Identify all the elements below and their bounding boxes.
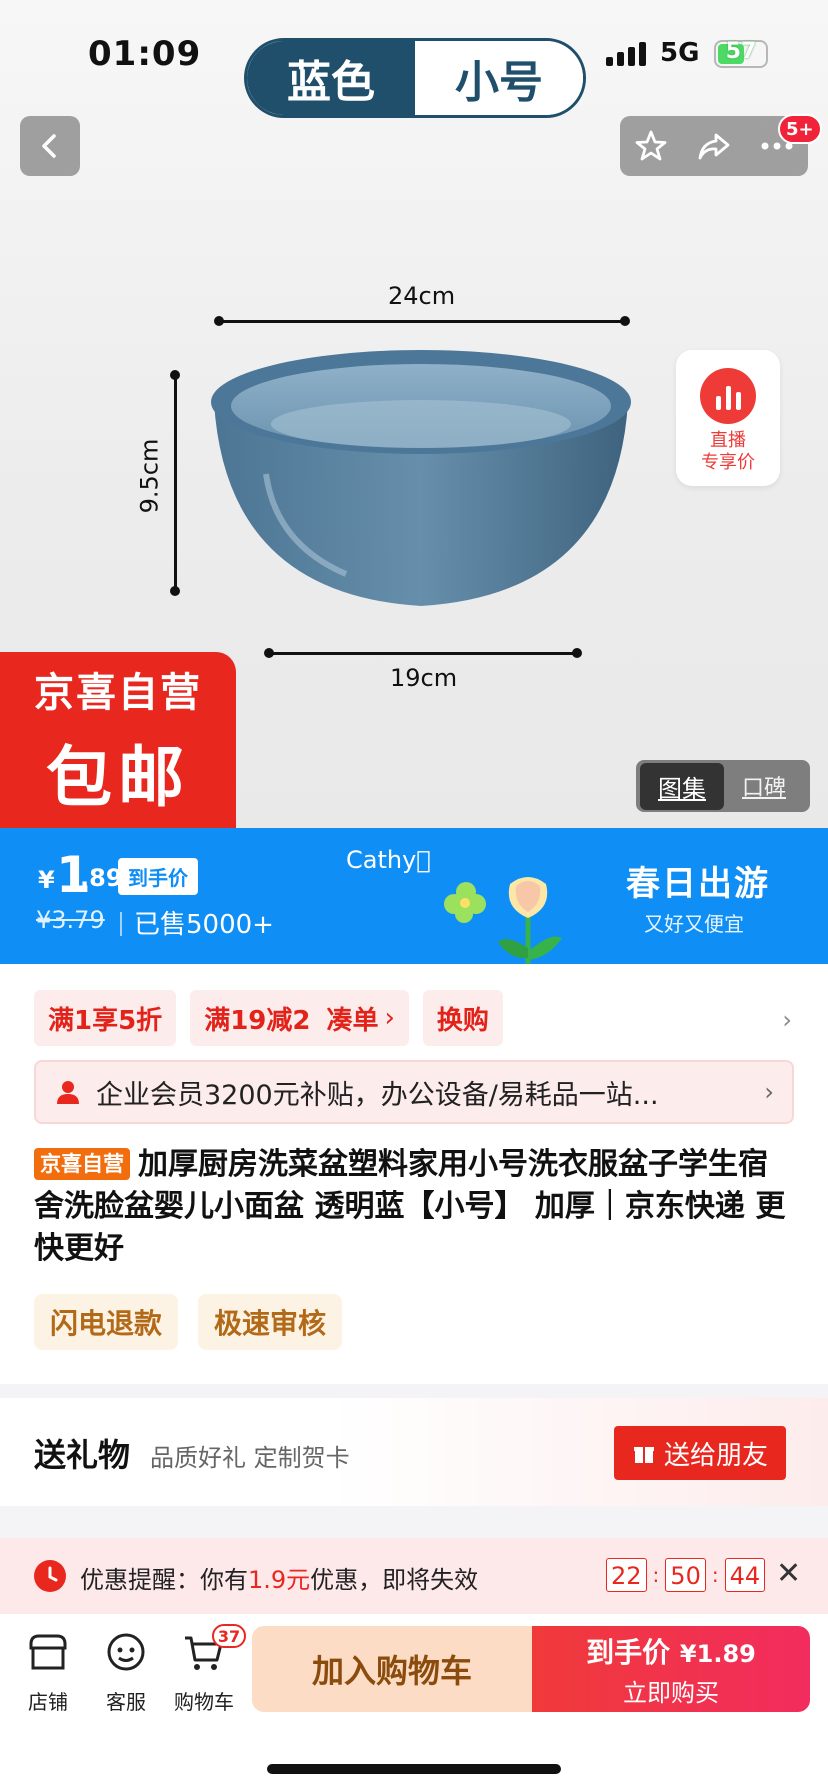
- dim-line-side: [174, 374, 177, 592]
- price-symbol: ¥: [38, 866, 55, 894]
- nav-service-label: 客服: [106, 1690, 146, 1714]
- customer-service-icon: [107, 1633, 145, 1671]
- nav-service[interactable]: 客服: [86, 1630, 166, 1715]
- clock-icon: [34, 1560, 66, 1592]
- product-title-text: 加厚厨房洗菜盆塑料家用小号洗衣服盆子学生宿舍洗脸盆婴儿小面盆 透明蓝【小号】 加…: [34, 1147, 786, 1266]
- countdown-minutes: 50: [665, 1558, 706, 1592]
- sold-count: 已售5000+: [134, 910, 274, 940]
- promo-line2: 包邮: [46, 739, 190, 816]
- network-label: 5G: [660, 38, 700, 68]
- variant-selector[interactable]: 蓝色 小号: [244, 38, 586, 118]
- coupon-more-icon[interactable]: ›: [782, 1006, 792, 1034]
- coupon-bundle-link: 凑单: [326, 1005, 379, 1036]
- chevron-left-icon: [42, 134, 56, 158]
- campaign-title[interactable]: 春日出游: [626, 856, 770, 905]
- dim-label-top: 24cm: [388, 282, 456, 310]
- gift-icon: [633, 1447, 654, 1463]
- dim-label-bottom: 19cm: [390, 664, 458, 692]
- share-icon: [698, 133, 730, 160]
- gift-subtitle: 品质好礼 定制贺卡: [150, 1444, 350, 1472]
- jd-self-operated-tag: 京喜自营: [34, 1148, 130, 1180]
- countdown-seconds: 44: [724, 1558, 766, 1592]
- divider: [120, 912, 122, 936]
- variant-size[interactable]: 小号: [415, 41, 583, 115]
- dim-dot: [572, 648, 582, 658]
- promo-line1: 京喜自营: [34, 670, 202, 716]
- dim-dot: [170, 370, 180, 380]
- member-text: 企业会员3200元补贴，办公设备/易耗品一站...: [96, 1079, 659, 1111]
- product-page: 24cm 9.5cm 19cm 直播 专享价 京喜自营 包邮 图集 口碑 01:…: [0, 0, 828, 1792]
- close-icon[interactable]: ✕: [776, 1556, 801, 1591]
- star-icon: [635, 130, 667, 161]
- share-button[interactable]: [692, 124, 736, 168]
- original-price: ¥3.79: [36, 906, 105, 934]
- favorite-button[interactable]: [629, 124, 673, 168]
- service-tags: 闪电退款 极速审核: [34, 1294, 343, 1350]
- jd-free-shipping-promo: 京喜自营 包邮: [0, 652, 236, 828]
- dim-dot: [620, 316, 630, 326]
- price-decimals: .89: [80, 864, 123, 892]
- tab-gallery[interactable]: 图集: [640, 762, 724, 810]
- battery-icon: 57: [714, 39, 768, 68]
- coupon-reduction[interactable]: 满19减2 凑单 ›: [190, 990, 409, 1046]
- final-price-tag: 到手价: [118, 858, 198, 895]
- add-to-cart-button[interactable]: 加入购物车: [252, 1626, 532, 1712]
- cart-count-badge: 37: [212, 1624, 246, 1648]
- coupon-discount[interactable]: 满1享5折: [34, 990, 177, 1046]
- reminder-amount: 1.9元: [248, 1566, 311, 1594]
- nav-cart-label: 购物车: [174, 1690, 234, 1714]
- live-icon: [700, 368, 756, 424]
- campaign-subtitle: 又好又便宜: [644, 912, 744, 936]
- product-title: 京喜自营 加厚厨房洗菜盆塑料家用小号洗衣服盆子学生宿舍洗脸盆婴儿小面盆 透明蓝【小…: [34, 1144, 794, 1270]
- reminder-text: 优惠提醒：你有1.9元优惠，即将失效: [80, 1566, 479, 1594]
- dim-dot: [214, 316, 224, 326]
- nav-store-label: 店铺: [28, 1690, 68, 1714]
- send-gift-label: 送给朋友: [663, 1440, 768, 1471]
- buy-price-label: 到手价: [586, 1635, 671, 1669]
- bowl-image: [211, 350, 631, 606]
- dim-dot: [264, 648, 274, 658]
- dim-label-side: 9.5cm: [135, 438, 164, 514]
- buy-now-label: 立即购买: [623, 1678, 719, 1707]
- signal-icon: [606, 42, 648, 66]
- variant-color[interactable]: 蓝色: [247, 41, 415, 115]
- user-icon: [57, 1081, 79, 1104]
- coupon-tradein[interactable]: 换购: [422, 990, 503, 1046]
- product-info-card: 满1享5折 满19减2 凑单 › 换购 › 企业会员3200元补贴，办公设备/易…: [0, 964, 828, 1384]
- back-button[interactable]: [20, 116, 80, 176]
- gift-row: 送礼物 品质好礼 定制贺卡 送给朋友: [0, 1398, 828, 1506]
- bottom-action-bar: 店铺 客服 37 购物车 加入购物车 到手价 ¥1.89 立即购买: [0, 1614, 828, 1792]
- live-price-badge[interactable]: 直播 专享价: [676, 350, 780, 486]
- buy-now-button[interactable]: 到手价 ¥1.89 立即购买: [532, 1626, 810, 1712]
- live-line2: 专享价: [701, 452, 755, 473]
- chevron-right-icon: ›: [384, 1003, 395, 1033]
- gift-title: 送礼物: [34, 1436, 131, 1474]
- nav-cart[interactable]: 37 购物车: [164, 1624, 246, 1715]
- message-badge: 5+: [778, 114, 822, 144]
- nav-store[interactable]: 店铺: [8, 1630, 88, 1715]
- send-gift-button[interactable]: 送给朋友: [614, 1426, 786, 1480]
- dim-dot: [170, 586, 180, 596]
- live-line1: 直播: [710, 430, 746, 451]
- coupon-row: 满1享5折 满19减2 凑单 › 换购: [34, 990, 503, 1046]
- battery-level: 57: [725, 39, 757, 64]
- service-tag-refund[interactable]: 闪电退款: [34, 1294, 179, 1350]
- flower-decoration-icon: [444, 877, 562, 964]
- home-indicator: [267, 1764, 561, 1774]
- service-tag-review[interactable]: 极速审核: [198, 1294, 343, 1350]
- discount-reminder-bar: 优惠提醒：你有1.9元优惠，即将失效 22 : 50 : 44 ✕: [0, 1538, 828, 1614]
- price-band: ¥ 1 .89 到手价 ¥3.79 已售5000+ Cathy  春日出游 又好…: [0, 828, 828, 964]
- store-icon: [29, 1634, 67, 1670]
- enterprise-member-banner[interactable]: 企业会员3200元补贴，办公设备/易耗品一站... ›: [34, 1060, 794, 1124]
- watermark-text: Cathy : [346, 846, 431, 874]
- chevron-right-icon: ›: [764, 1078, 774, 1106]
- gallery-toggle: 图集 口碑: [636, 760, 810, 812]
- countdown-timer: 22 : 50 : 44: [606, 1558, 766, 1592]
- dim-line-top: [218, 320, 626, 323]
- countdown-hours: 22: [606, 1558, 647, 1592]
- buy-price-value: ¥1.89: [679, 1639, 756, 1668]
- tab-reviews[interactable]: 口碑: [732, 764, 796, 808]
- dim-line-bottom: [268, 652, 578, 655]
- status-time: 01:09: [88, 34, 202, 74]
